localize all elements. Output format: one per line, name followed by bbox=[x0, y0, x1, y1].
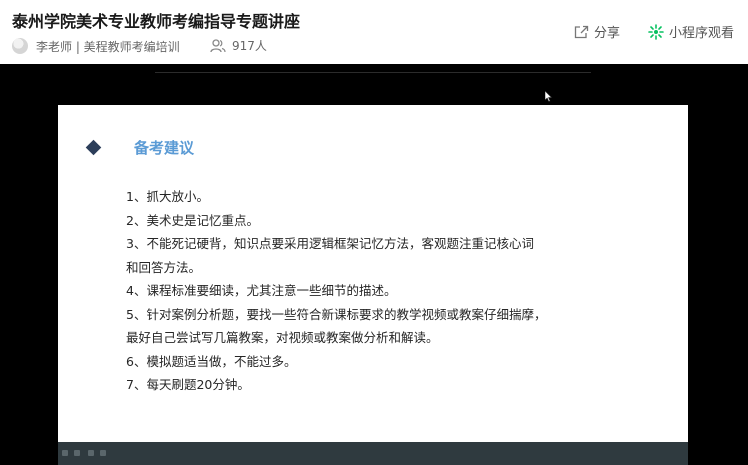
diamond-bullet-icon bbox=[85, 139, 102, 156]
toolbar-pen-icon[interactable] bbox=[62, 450, 68, 456]
viewer-count-label: 917人 bbox=[232, 39, 267, 53]
slide-toolbar bbox=[58, 442, 688, 465]
share-label: 分享 bbox=[593, 26, 620, 41]
video-player[interactable]: 备考建议 1、抓大放小。 2、美术史是记忆重点。 3、不能死记硬背，知识点要采用… bbox=[0, 64, 748, 465]
viewer-count: 917人 bbox=[210, 37, 267, 54]
author-info: 李老师 | 美程教师考编培训 bbox=[12, 37, 180, 55]
header-actions: 分享 小程序观看 bbox=[574, 22, 734, 41]
share-button[interactable]: 分享 bbox=[574, 22, 620, 41]
page-header: 泰州学院美术专业教师考编指导专题讲座 李老师 | 美程教师考编培训 917人 分… bbox=[0, 0, 748, 64]
toolbar-search-icon[interactable] bbox=[88, 450, 94, 456]
avatar[interactable] bbox=[12, 38, 28, 54]
presentation-slide: 备考建议 1、抓大放小。 2、美术史是记忆重点。 3、不能死记硬背，知识点要采用… bbox=[58, 105, 688, 442]
slide-line: 1、抓大放小。 bbox=[126, 189, 209, 204]
share-icon bbox=[574, 25, 589, 38]
people-icon bbox=[210, 38, 226, 52]
slide-line: 4、课程标准要细读，尤其注意一些细节的描述。 bbox=[126, 283, 397, 298]
slide-content: 1、抓大放小。 2、美术史是记忆重点。 3、不能死记硬背，知识点要采用逻辑框架记… bbox=[126, 185, 666, 397]
author-name[interactable]: 李老师 | 美程教师考编培训 bbox=[36, 38, 180, 55]
slide-heading: 备考建议 bbox=[134, 139, 195, 157]
slide-line: 5、针对案例分析题，要找一些符合新课标要求的教学视频或教案仔细揣摩， bbox=[126, 306, 547, 322]
slide-line: 3、不能死记硬背，知识点要采用逻辑框架记忆方法，客观题注重记核心词 bbox=[126, 236, 534, 251]
slide-line: 最好自己尝试写几篇教案，对视频或教案做分析和解读。 bbox=[126, 330, 439, 345]
miniprogram-label: 小程序观看 bbox=[668, 26, 734, 41]
toolbar-menu-icon[interactable] bbox=[100, 450, 106, 456]
slide-line: 7、每天刷题20分钟。 bbox=[126, 377, 250, 392]
slide-line: 和回答方法。 bbox=[126, 259, 202, 275]
mouse-cursor-icon bbox=[545, 91, 553, 102]
slide-line: 6、模拟题适当做，不能过多。 bbox=[126, 353, 297, 369]
slide-line: 2、美术史是记忆重点。 bbox=[126, 212, 259, 228]
miniprogram-icon bbox=[648, 23, 664, 40]
miniprogram-watch-button[interactable]: 小程序观看 bbox=[648, 22, 734, 41]
page-title: 泰州学院美术专业教师考编指导专题讲座 bbox=[12, 12, 301, 31]
toolbar-arrow-icon[interactable] bbox=[74, 450, 80, 456]
player-divider bbox=[155, 72, 591, 73]
